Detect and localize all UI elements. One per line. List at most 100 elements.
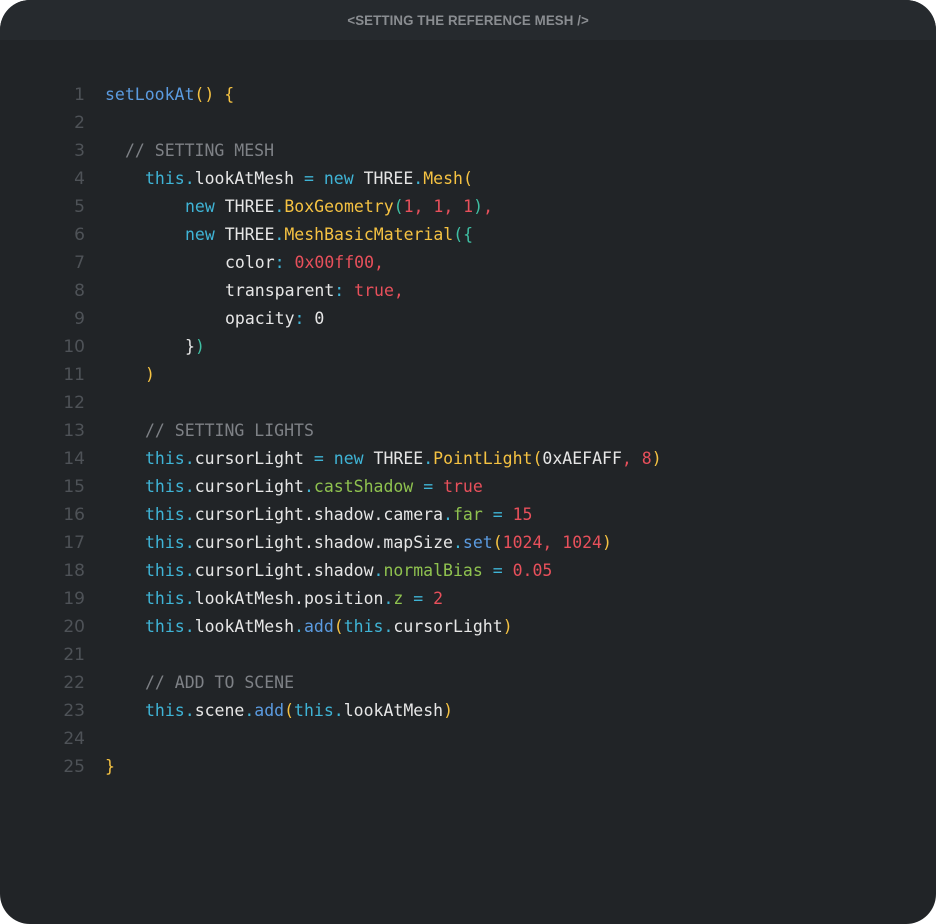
token-plain: cursorLight.shadow: [194, 561, 374, 580]
token-comment: // SETTING MESH: [125, 141, 275, 160]
code-text: color: 0x00ff00,: [105, 249, 384, 277]
code-text: }: [105, 753, 115, 781]
line-number: 14: [63, 449, 85, 469]
token-punc: :: [334, 281, 345, 300]
code-line: 19 this.lookAtMesh.position.z = 2: [0, 585, 936, 613]
token-paren: ): [502, 617, 513, 636]
line-number: 13: [63, 421, 85, 441]
code-line: 25}: [0, 753, 936, 781]
token-num: 0x00ff00,: [294, 253, 384, 272]
line-number: 4: [74, 169, 85, 189]
token-kw: new: [185, 197, 215, 216]
line-number: 17: [63, 533, 85, 553]
code-text: setLookAt() {: [105, 81, 234, 109]
token-plain: lookAtMesh: [194, 617, 295, 636]
token-paren: ): [145, 365, 155, 384]
token-dot: .: [184, 701, 195, 720]
token-plain: cursorLight: [194, 477, 304, 496]
token-brace: (): [194, 85, 215, 104]
line-number: 22: [63, 673, 85, 693]
token-punc: =: [423, 477, 434, 496]
token-dot: .: [413, 169, 424, 188]
token-dot: .: [294, 617, 304, 636]
token-plain: lookAtMesh: [343, 701, 444, 720]
token-dot: .: [184, 505, 195, 524]
token-dot: .: [383, 589, 394, 608]
token-this: this: [145, 589, 185, 608]
token-dot: .: [184, 477, 195, 496]
code-text: ): [105, 361, 155, 389]
code-line: 1 setLookAt() {: [0, 81, 936, 109]
code-line: 5 new THREE.BoxGeometry(1, 1, 1),: [0, 193, 936, 221]
token-num: 1, 1, 1: [403, 197, 474, 216]
token-plain: THREE: [214, 197, 275, 216]
code-line: 18 this.cursorLight.shadow.normalBias = 0…: [0, 557, 936, 585]
code-text: // SETTING MESH: [105, 137, 274, 165]
code-line: 12: [0, 389, 936, 417]
token-dot: .: [274, 197, 285, 216]
code-line: 17 this.cursorLight.shadow.mapSize.set(10…: [0, 529, 936, 557]
token-this: this: [145, 701, 185, 720]
code-text: this.lookAtMesh.position.z = 2: [105, 585, 443, 613]
token-plain: 0xAEFAFF: [542, 449, 622, 468]
token-dot: .: [184, 449, 195, 468]
token-dot: .: [373, 561, 384, 580]
token-paren: (: [284, 701, 295, 720]
token-dot: .: [333, 701, 344, 720]
token-class: PointLight: [433, 449, 533, 468]
code-text: this.cursorLight.castShadow = true: [105, 473, 483, 501]
token-num: , 8: [621, 449, 652, 468]
line-number: 25: [63, 757, 85, 777]
code-line: 23 this.scene.add(this.lookAtMesh): [0, 697, 936, 725]
line-number: 18: [63, 561, 85, 581]
token-paren: (: [333, 617, 344, 636]
line-number: 3: [74, 141, 85, 161]
code-editor: 1 setLookAt() {2 3// SETTING MESH 4 this.loo…: [0, 81, 936, 781]
code-text: this.lookAtMesh.add(this.cursorLight): [105, 613, 513, 641]
token-kw: new: [323, 169, 354, 188]
token-num: ,: [483, 197, 493, 216]
token-this: this: [343, 617, 384, 636]
code-text: this.cursorLight.shadow.camera.far = 15: [105, 501, 532, 529]
token-plain: scene: [194, 701, 245, 720]
token-this: this: [145, 449, 185, 468]
token-comment: // ADD TO SCENE: [145, 673, 295, 692]
token-plain: opacity: [225, 309, 295, 328]
token-prop: normalBias: [383, 561, 483, 580]
token-plain: THREE: [363, 449, 424, 468]
code-text: new THREE.MeshBasicMaterial({: [105, 221, 473, 249]
token-kw: new: [185, 225, 215, 244]
code-text: this.cursorLight.shadow.normalBias = 0.0…: [105, 557, 552, 585]
token-kw: new: [333, 449, 364, 468]
token-plain: lookAtMesh.position: [194, 589, 384, 608]
code-line: 7 color: 0x00ff00,: [0, 249, 936, 277]
token-punc: =: [492, 505, 503, 524]
token-punc: :: [294, 309, 305, 328]
token-num: true: [443, 477, 483, 496]
line-number: 1: [74, 85, 85, 105]
token-class: MeshBasicMaterial: [284, 225, 454, 244]
token-paren: (: [492, 533, 503, 552]
token-dot: .: [184, 169, 195, 188]
code-line: 9 opacity: 0: [0, 305, 936, 333]
code-text: // ADD TO SCENE: [105, 669, 294, 697]
code-text: this.lookAtMesh = new THREE.Mesh(: [105, 165, 473, 193]
token-this: this: [145, 561, 185, 580]
token-method: add: [254, 701, 285, 720]
code-text: this.scene.add(this.lookAtMesh): [105, 697, 453, 725]
token-plain: cursorLight: [393, 617, 503, 636]
token-paren: (: [462, 169, 473, 188]
token-prop: z: [393, 589, 404, 608]
token-fn: setLookAt: [105, 85, 195, 104]
code-line: 14 this.cursorLight = new THREE.PointLigh…: [0, 445, 936, 473]
code-text: this.cursorLight = new THREE.PointLight(…: [105, 445, 662, 473]
token-punc: :: [274, 253, 285, 272]
token-paren: ): [443, 701, 454, 720]
token-paren: ): [651, 449, 662, 468]
token-dot: .: [443, 505, 453, 524]
